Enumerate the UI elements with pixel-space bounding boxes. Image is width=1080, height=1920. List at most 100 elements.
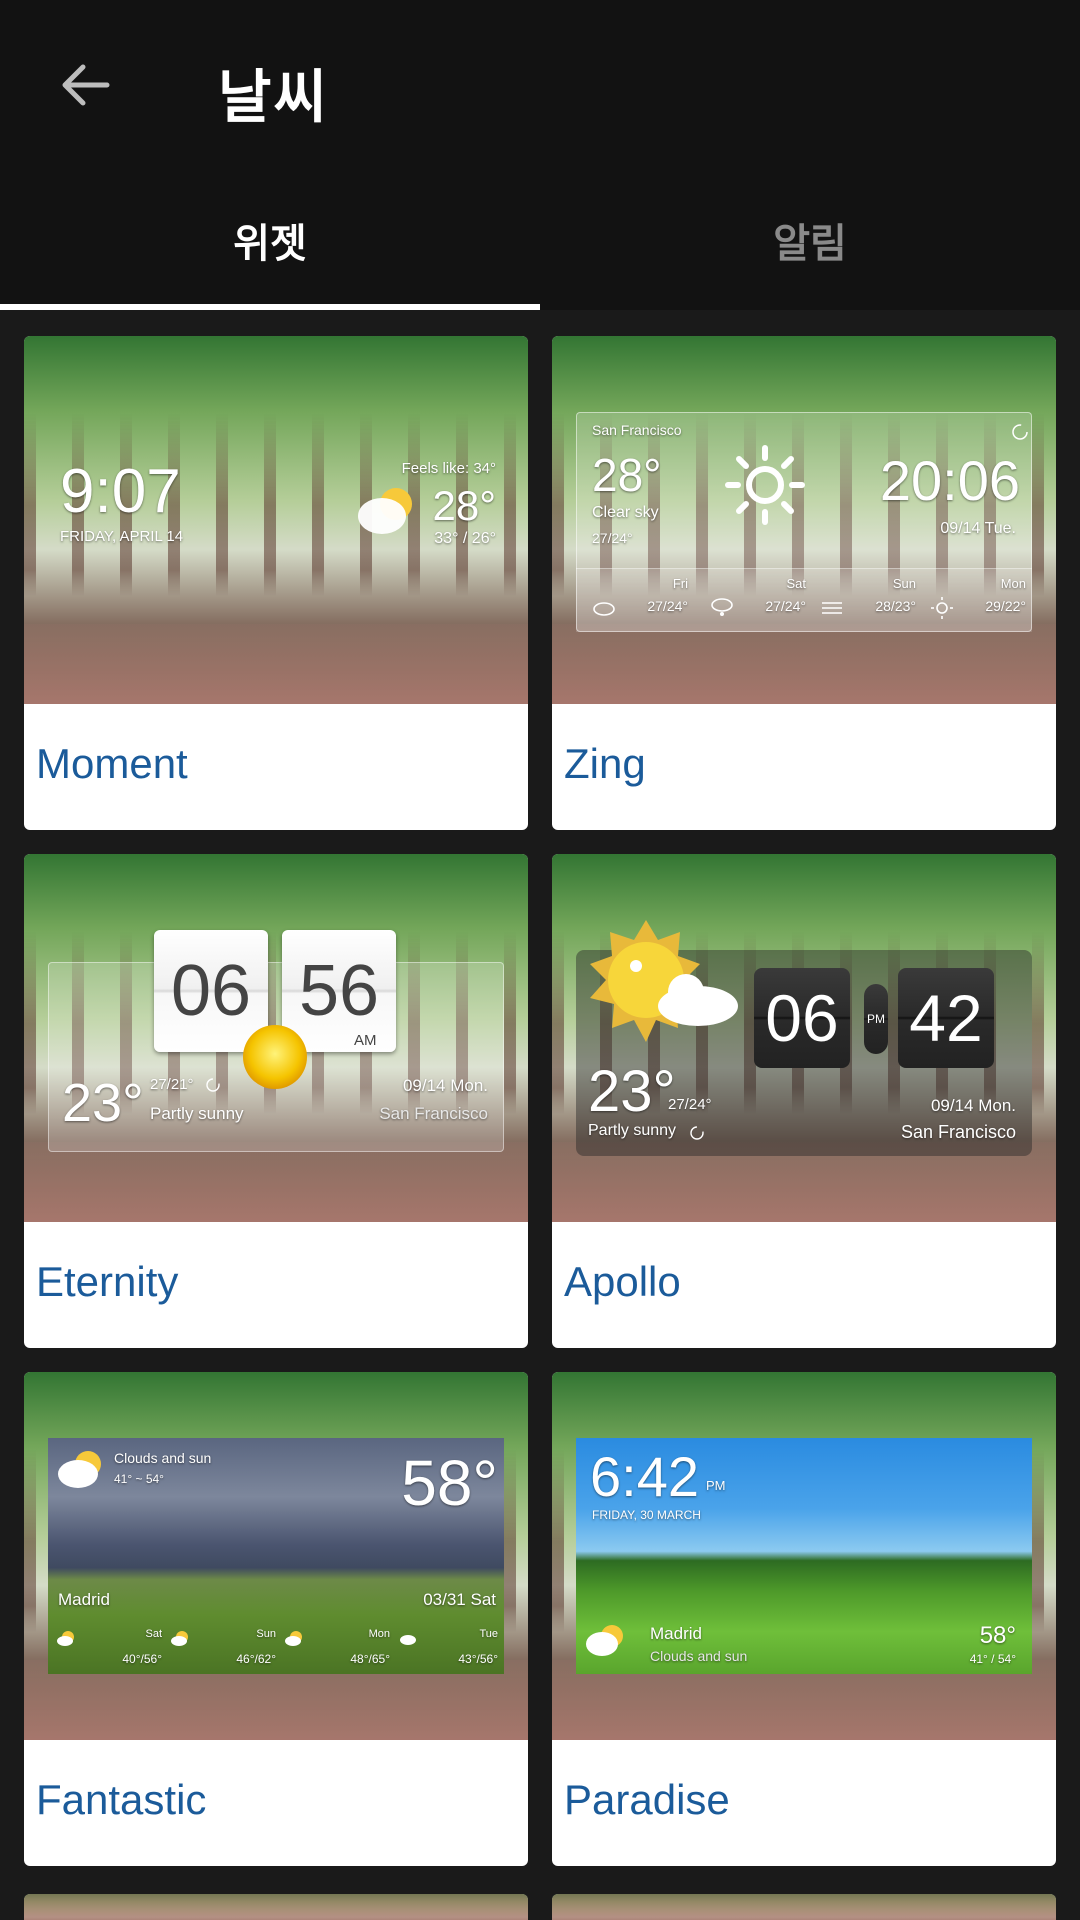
tab-bar: 위젯 알림	[0, 170, 1080, 310]
widget-preview: 06 PM 42 23° 27/24° Partly sunny 09/14 M…	[552, 854, 1056, 1222]
widget-name: Fantastic	[36, 1776, 207, 1823]
forecast-day: Sat	[786, 576, 806, 591]
forecast-day: Mon	[1000, 576, 1026, 591]
refresh-icon	[690, 1126, 704, 1140]
widget-range: 41° ~ 54°	[114, 1472, 164, 1486]
forecast-item: Mon 48°/65°	[284, 1628, 394, 1672]
widget-date: 09/14 Tue.	[940, 520, 1016, 537]
widget-city: Madrid	[650, 1624, 702, 1643]
fog-icon	[822, 602, 842, 614]
hour-flip: 06	[754, 968, 850, 1068]
widget-card-fantastic[interactable]: Clouds and sun 41° ~ 54° 58° Madrid 03/3…	[24, 1372, 528, 1866]
widget-condition: Clear sky	[592, 504, 659, 521]
sun-icon	[931, 597, 953, 619]
widget-date: 09/14 Mon.	[930, 1096, 1016, 1115]
forecast-item: Sat 40°/56°	[56, 1628, 166, 1672]
widget-card-moment[interactable]: 9:07 FRIDAY, APRIL 14 Feels like: 34° 28…	[24, 336, 528, 830]
widget-name: Zing	[564, 740, 646, 787]
widget-temp: 23°	[588, 1059, 676, 1124]
widget-temp: 58°	[401, 1447, 498, 1519]
active-tab-indicator	[0, 304, 540, 310]
tab-notifications[interactable]: 알림	[540, 170, 1080, 310]
ampm-label: PM	[706, 1478, 726, 1493]
widget-preview	[552, 1894, 1056, 1920]
widget-temp: 28°	[432, 482, 496, 529]
refresh-icon	[1012, 424, 1028, 440]
forecast-range: 40°/56°	[122, 1652, 162, 1666]
widget-card-partial[interactable]	[552, 1894, 1056, 1920]
forecast-range: 29/22°	[985, 598, 1026, 614]
widget-card-zing[interactable]: San Francisco 28° Clear sky 27/24° 20:06…	[552, 336, 1056, 830]
widget-time: 9:07	[60, 457, 181, 526]
widget-condition: Partly sunny	[150, 1104, 244, 1123]
forecast-range: 27/24°	[647, 598, 688, 614]
page-title: 날씨	[218, 63, 329, 131]
widget-temp: 23°	[62, 1073, 144, 1133]
widget-name: Eternity	[36, 1258, 179, 1305]
tab-label: 알림	[773, 221, 847, 267]
partly-cloudy-icon	[58, 1451, 101, 1488]
widget-city: San Francisco	[900, 1122, 1016, 1142]
partly-cloudy-icon	[57, 1631, 74, 1646]
widget-range: 33° / 26°	[434, 530, 496, 547]
cloud-icon	[593, 602, 615, 616]
widget-card-eternity[interactable]: 06 56 AM 23° 27/21° Partly sunny 09/14 M…	[24, 854, 528, 1348]
forecast-item: Sun 28/23°	[820, 576, 920, 628]
widget-preview	[24, 1894, 528, 1920]
tab-label: 위젯	[233, 221, 307, 267]
sun-icon	[725, 445, 805, 525]
partly-cloudy-icon	[171, 1631, 188, 1646]
widget-city: San Francisco	[592, 422, 682, 438]
widget-condition: Clouds and sun	[650, 1648, 748, 1664]
widget-city: Madrid	[58, 1590, 110, 1609]
partly-cloudy-icon	[586, 1625, 623, 1656]
widget-name: Moment	[36, 740, 188, 787]
feels-like-text: Feels like: 34°	[401, 460, 496, 477]
forecast-day: Sun	[256, 1628, 276, 1640]
widget-range: 27/24°	[592, 530, 633, 546]
widget-card-paradise[interactable]: 6:42 PM FRIDAY, 30 MARCH Madrid Clouds a…	[552, 1372, 1056, 1866]
widget-temp: 28°	[592, 449, 662, 501]
forecast-range: 43°/56°	[458, 1652, 498, 1666]
widget-preview: 06 56 AM 23° 27/21° Partly sunny 09/14 M…	[24, 854, 528, 1222]
ampm-label: AM	[354, 1032, 377, 1049]
forecast-range: 28/23°	[875, 598, 916, 614]
forecast-day: Mon	[368, 1628, 390, 1640]
forecast-day: Sun	[892, 576, 916, 591]
partly-sunny-icon	[590, 920, 738, 1042]
minute-flip: 42	[898, 968, 994, 1068]
widget-preview: 9:07 FRIDAY, APRIL 14 Feels like: 34° 28…	[24, 336, 528, 704]
widget-date: FRIDAY, APRIL 14	[60, 528, 184, 545]
forecast-item: Sat 27/24°	[710, 576, 810, 628]
forecast-range: 27/24°	[765, 598, 806, 614]
widget-date: FRIDAY, 30 MARCH	[592, 1508, 701, 1522]
arrow-left-icon	[62, 64, 110, 106]
partly-cloudy-icon	[358, 488, 412, 534]
forecast-range: 48°/65°	[350, 1652, 390, 1666]
tab-widgets[interactable]: 위젯	[0, 170, 540, 310]
widget-time: 6:42	[590, 1445, 699, 1508]
widget-date: 03/31 Sat	[423, 1590, 496, 1609]
widget-name: Paradise	[564, 1776, 730, 1823]
forecast-range: 46°/62°	[236, 1652, 276, 1666]
cloud-icon	[400, 1635, 416, 1645]
forecast-item: Mon 29/22°	[930, 576, 1030, 628]
widget-range: 41° / 54°	[969, 1652, 1016, 1666]
widget-preview: 6:42 PM FRIDAY, 30 MARCH Madrid Clouds a…	[552, 1372, 1056, 1740]
sun-icon	[243, 1025, 307, 1089]
forecast-day: Tue	[479, 1628, 498, 1640]
widget-condition: Clouds and sun	[114, 1450, 212, 1466]
widget-range: 27/21°	[150, 1076, 194, 1093]
widget-preview: San Francisco 28° Clear sky 27/24° 20:06…	[552, 336, 1056, 704]
forecast-day: Fri	[672, 576, 688, 591]
widget-preview: Clouds and sun 41° ~ 54° 58° Madrid 03/3…	[24, 1372, 528, 1740]
widget-time: 20:06	[879, 449, 1020, 512]
widget-temp: 58°	[979, 1622, 1016, 1649]
app-bar: 날씨	[0, 0, 1080, 170]
widget-card-partial[interactable]	[24, 1894, 528, 1920]
widget-card-apollo[interactable]: 06 PM 42 23° 27/24° Partly sunny 09/14 M…	[552, 854, 1056, 1348]
widget-name: Apollo	[564, 1258, 681, 1305]
snow-cloud-icon	[711, 598, 733, 616]
forecast-item: Tue 43°/56°	[398, 1628, 502, 1672]
back-button[interactable]	[40, 40, 130, 130]
